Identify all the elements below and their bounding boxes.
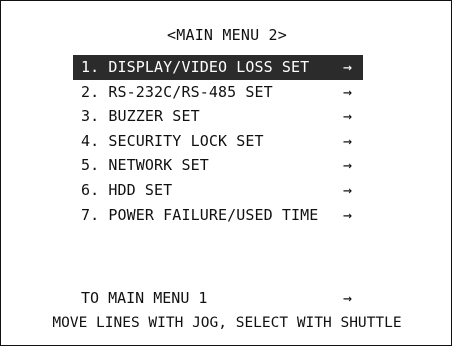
menu-item-to-main-menu-1[interactable]: TO MAIN MENU 1 → [73,286,371,310]
menu-item-label: 5. NETWORK SET [81,156,209,175]
menu-item-buzzer-set[interactable]: 3. BUZZER SET → [73,104,363,129]
menu-item-hdd-set[interactable]: 6. HDD SET → [73,178,363,203]
arrow-right-icon: → [343,107,353,126]
menu-title: <MAIN MENU 2> [167,26,287,44]
menu-item-label: 6. HDD SET [81,180,173,199]
menu-item-label: TO MAIN MENU 1 [81,289,208,307]
arrow-right-icon: → [343,131,353,150]
menu-item-power-failure-used-time[interactable]: 7. POWER FAILURE/USED TIME → [73,203,363,228]
arrow-right-icon: → [343,205,353,224]
menu-item-network-set[interactable]: 5. NETWORK SET → [73,153,363,178]
menu-item-label: 7. POWER FAILURE/USED TIME [81,205,319,224]
arrow-right-icon: → [343,156,353,175]
arrow-right-icon: → [343,289,353,307]
arrow-right-icon: → [343,180,353,199]
menu-item-display-video-loss-set[interactable]: 1. DISPLAY/VIDEO LOSS SET → [73,55,363,80]
menu-item-label: 4. SECURITY LOCK SET [81,131,264,150]
menu-item-security-lock-set[interactable]: 4. SECURITY LOCK SET → [73,129,363,154]
arrow-right-icon: → [343,58,353,76]
menu-item-label: 3. BUZZER SET [81,107,200,126]
help-instructions: MOVE LINES WITH JOG, SELECT WITH SHUTTLE [52,315,402,331]
menu-list: 1. DISPLAY/VIDEO LOSS SET → 2. RS-232C/R… [73,55,363,227]
arrow-right-icon: → [343,82,353,101]
menu-item-label: 2. RS-232C/RS-485 SET [81,82,273,101]
menu-item-rs232c-rs485-set[interactable]: 2. RS-232C/RS-485 SET → [73,80,363,105]
menu-item-label: 1. DISPLAY/VIDEO LOSS SET [81,58,310,76]
osd-menu-frame: <MAIN MENU 2> 1. DISPLAY/VIDEO LOSS SET … [0,0,452,346]
